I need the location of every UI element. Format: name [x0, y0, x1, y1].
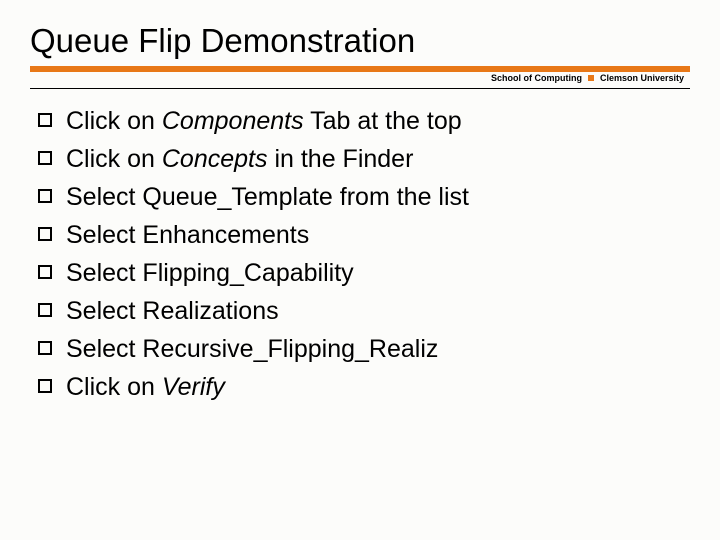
bullet-icon	[38, 113, 52, 127]
list-text: Select Queue_Template from the list	[66, 180, 469, 214]
subheader-left: School of Computing	[491, 73, 582, 83]
list-item: Click on Components Tab at the top	[38, 104, 690, 138]
thin-rule	[30, 88, 690, 89]
bullet-icon	[38, 151, 52, 165]
list-text: Select Realizations	[66, 294, 279, 328]
bullet-icon	[38, 379, 52, 393]
list-item: Select Recursive_Flipping_Realiz	[38, 332, 690, 366]
list-item: Click on Concepts in the Finder	[38, 142, 690, 176]
bullet-icon	[38, 227, 52, 241]
list-text: Select Recursive_Flipping_Realiz	[66, 332, 438, 366]
list-text: Click on Concepts in the Finder	[66, 142, 413, 176]
bullet-icon	[38, 189, 52, 203]
square-icon	[588, 75, 594, 81]
bullet-icon	[38, 341, 52, 355]
list-item: Select Queue_Template from the list	[38, 180, 690, 214]
subheader-right: Clemson University	[600, 73, 684, 83]
bullet-icon	[38, 303, 52, 317]
list-text: Click on Components Tab at the top	[66, 104, 462, 138]
list-item: Click on Verify	[38, 370, 690, 404]
divider: School of Computing Clemson University	[30, 66, 690, 89]
bullet-icon	[38, 265, 52, 279]
list-text: Select Flipping_Capability	[66, 256, 354, 290]
list-text: Select Enhancements	[66, 218, 309, 252]
subheader: School of Computing Clemson University	[30, 72, 690, 87]
list-item: Select Flipping_Capability	[38, 256, 690, 290]
slide-title: Queue Flip Demonstration	[30, 22, 690, 60]
content-list: Click on Components Tab at the top Click…	[30, 90, 690, 404]
list-item: Select Enhancements	[38, 218, 690, 252]
list-text: Click on Verify	[66, 370, 225, 404]
list-item: Select Realizations	[38, 294, 690, 328]
